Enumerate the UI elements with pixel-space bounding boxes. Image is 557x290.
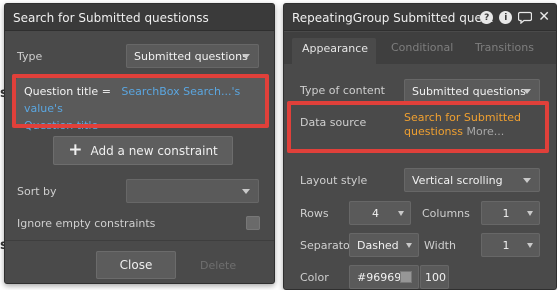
chevron-down-icon [242, 54, 250, 59]
close-icon[interactable]: ✕ [538, 10, 550, 24]
ignore-empty-checkbox[interactable] [246, 216, 260, 230]
type-dropdown[interactable]: Submitted questions [126, 44, 259, 68]
tab-transitions[interactable]: Transitions [475, 41, 534, 54]
separator-label: Separato [300, 239, 350, 252]
color-label: Color [300, 271, 329, 284]
type-label: Type [17, 50, 43, 63]
opacity-input[interactable]: 100 [420, 265, 449, 289]
columns-label: Columns [422, 207, 470, 220]
chevron-down-icon [527, 243, 533, 248]
type-of-content-value: Submitted questions [412, 85, 526, 98]
element-property-panel: RepeatingGroup Submitted quest ? i ✕ App… [283, 3, 557, 290]
search-editor-panel: Search for Submitted questionss Type Sub… [4, 3, 275, 284]
opacity-value: 100 [425, 271, 446, 284]
rows-label: Rows [300, 207, 329, 220]
chevron-down-icon [406, 243, 412, 248]
sort-by-label: Sort by [17, 185, 57, 198]
tab-appearance[interactable]: Appearance [292, 38, 376, 64]
type-dropdown-value: Submitted questions [134, 50, 248, 63]
tab-conditional[interactable]: Conditional [391, 41, 453, 54]
rows-value: 4 [372, 207, 379, 220]
search-panel-title[interactable]: Search for Submitted questionss [5, 4, 274, 31]
rows-input[interactable]: 4 [349, 201, 411, 225]
add-constraint-button[interactable]: + Add a new constraint [53, 136, 233, 165]
color-swatch[interactable] [400, 271, 412, 283]
chevron-down-icon [398, 211, 404, 216]
layout-style-value: Vertical scrolling [412, 174, 503, 187]
divider [5, 240, 274, 241]
columns-value: 1 [502, 207, 510, 220]
columns-input[interactable]: 1 [481, 201, 540, 225]
add-constraint-label: Add a new constraint [90, 143, 218, 158]
close-button[interactable]: Close [96, 251, 176, 279]
titlebar-icons: ? i ✕ [480, 10, 550, 25]
type-of-content-dropdown[interactable]: Submitted questions [404, 79, 540, 103]
separator-dropdown[interactable]: Dashed [349, 233, 419, 257]
layout-style-dropdown[interactable]: Vertical scrolling [404, 168, 540, 192]
width-value: 1 [502, 239, 510, 252]
delete-button[interactable]: Delete [200, 259, 236, 272]
help-icon[interactable]: ? [480, 11, 494, 24]
chevron-down-icon [242, 189, 250, 194]
comment-icon[interactable] [518, 11, 533, 25]
info-icon[interactable]: i [499, 11, 513, 24]
sort-by-dropdown[interactable] [126, 179, 259, 203]
separator-value: Dashed [357, 239, 399, 252]
plus-icon: + [68, 140, 83, 160]
width-label: Width [424, 239, 456, 252]
width-input[interactable]: 1 [481, 233, 540, 257]
ignore-empty-label: Ignore empty constraints [17, 217, 156, 230]
constraint-highlight-box [12, 74, 269, 128]
chevron-down-icon [527, 211, 533, 216]
layout-style-label: Layout style [300, 174, 368, 187]
chevron-down-icon [523, 89, 531, 94]
data-source-highlight-box [287, 101, 549, 153]
property-tabs: Appearance Conditional Transitions [284, 32, 556, 64]
type-of-content-label: Type of content [300, 84, 385, 97]
chevron-down-icon [523, 178, 531, 183]
